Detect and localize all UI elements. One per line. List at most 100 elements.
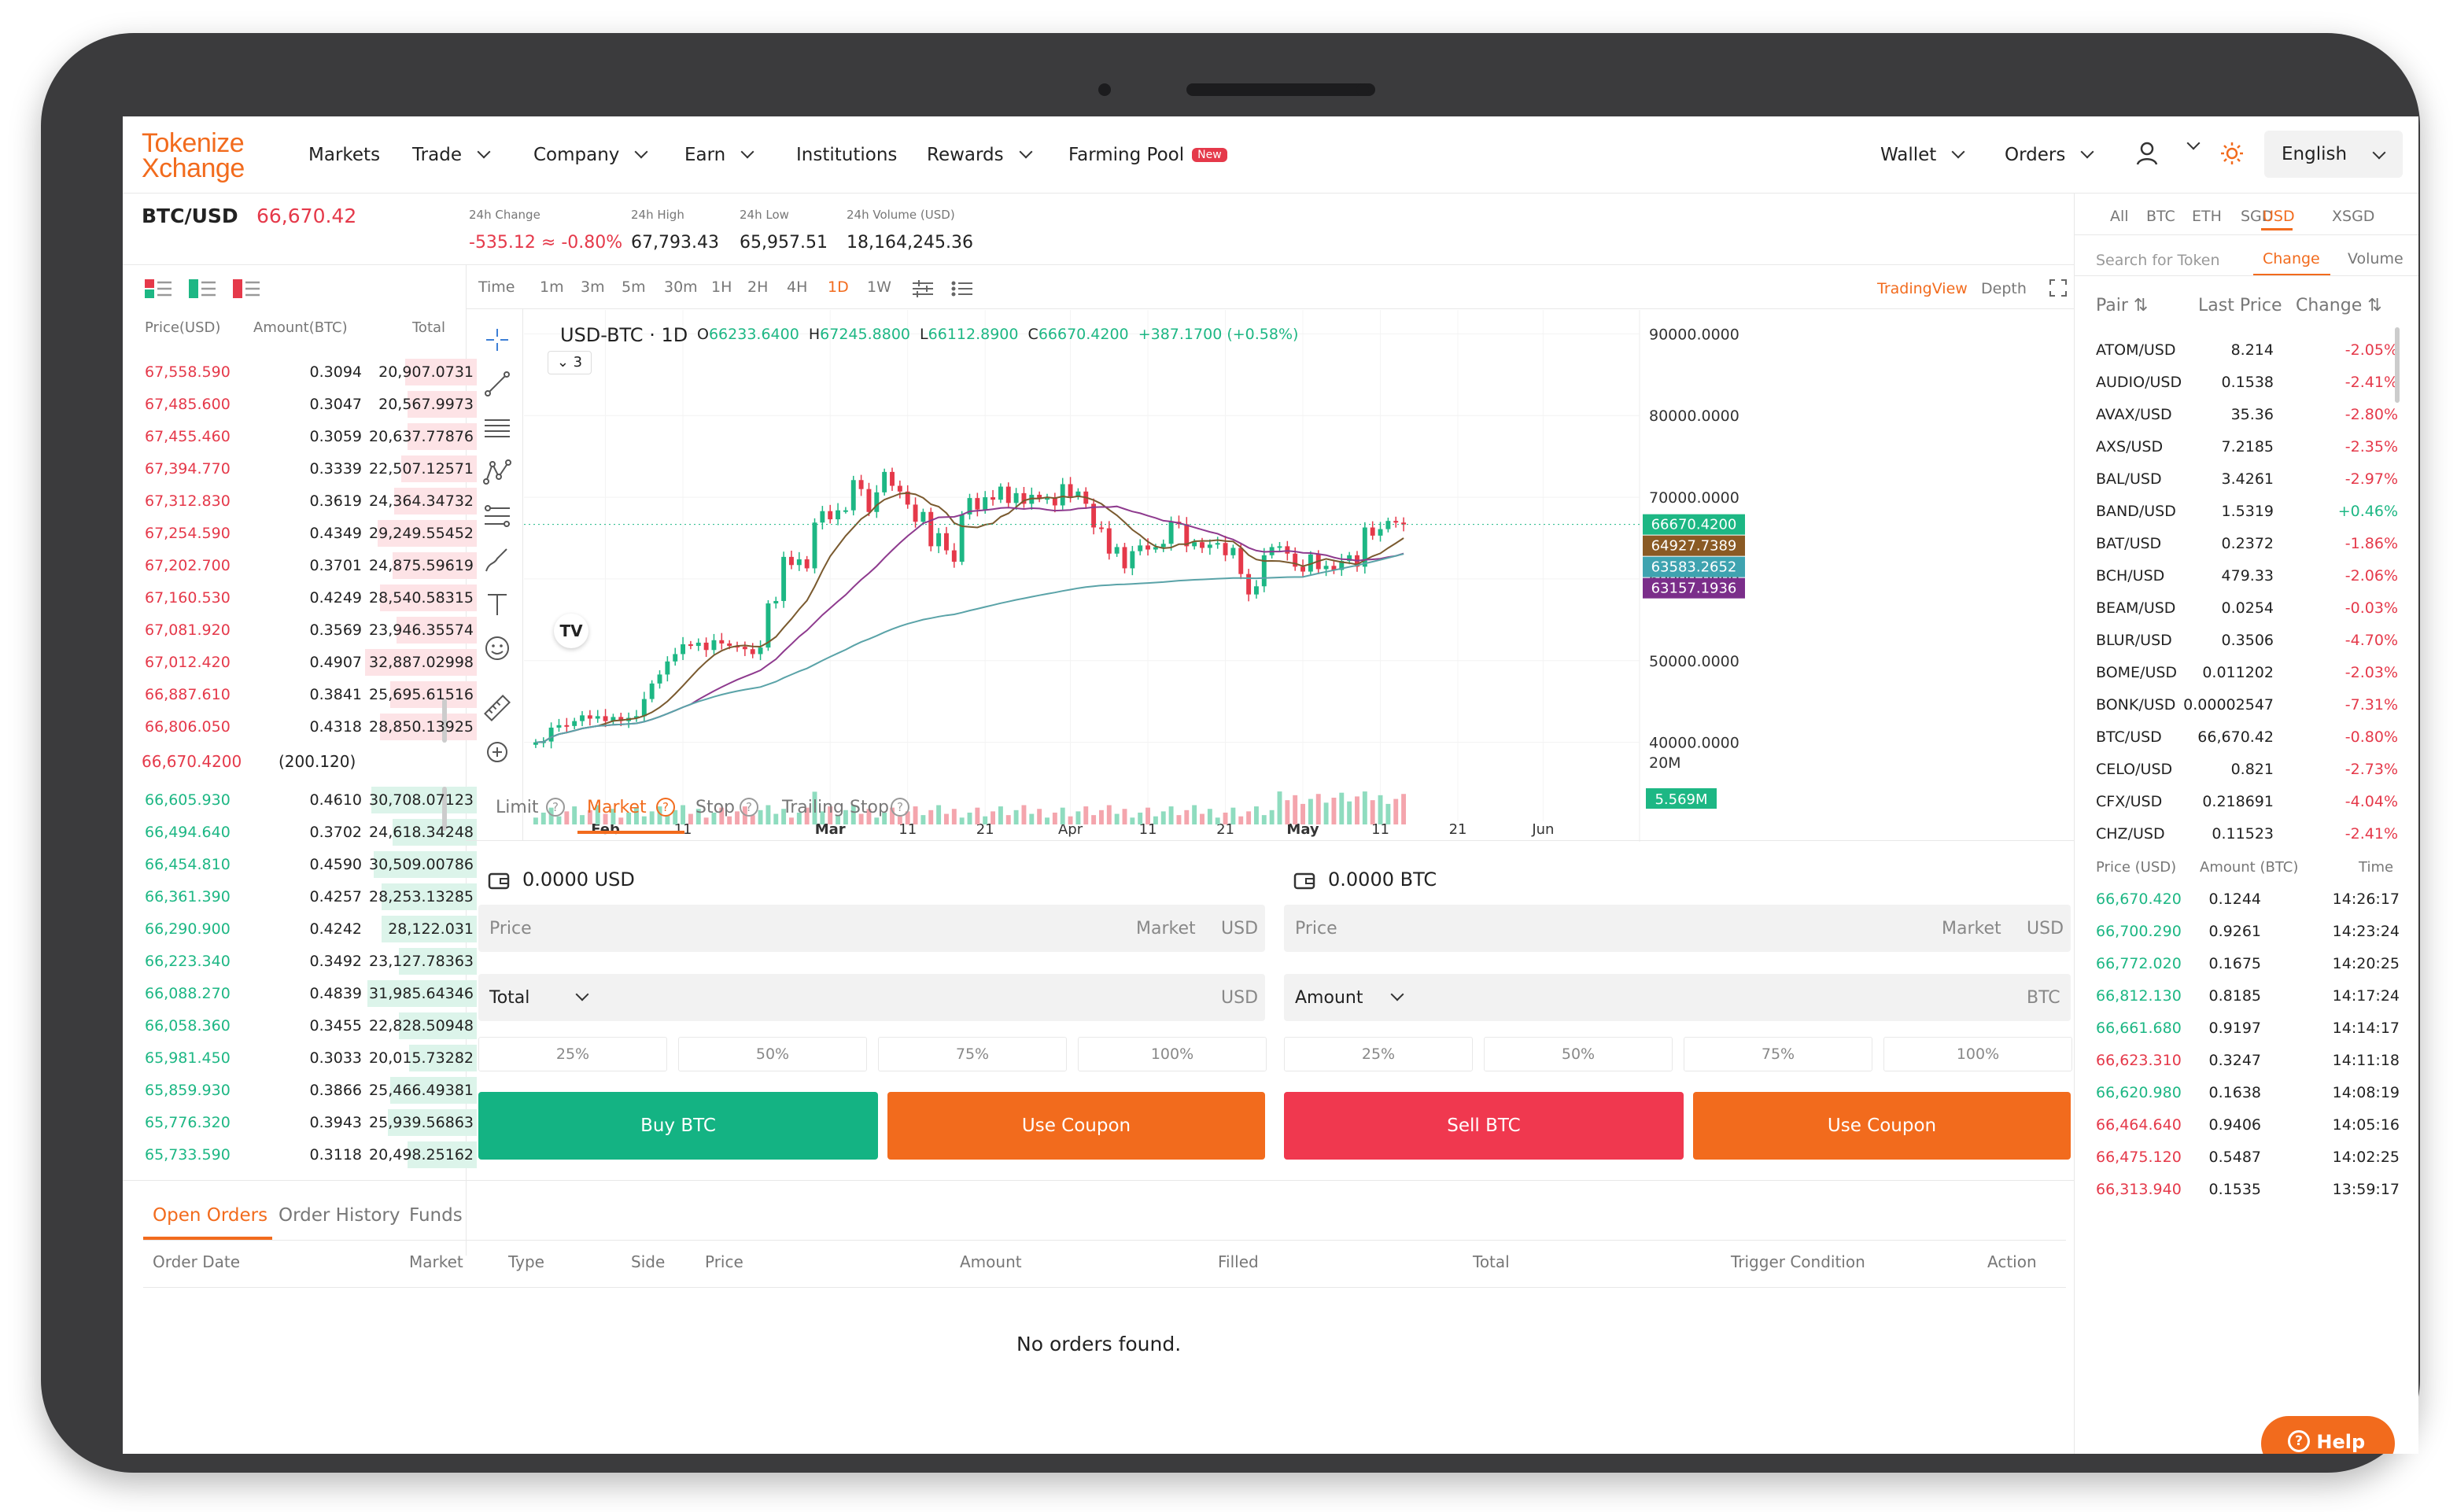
buy-pct-100[interactable]: 100% — [1078, 1037, 1267, 1071]
help-circle-icon[interactable]: ? — [740, 798, 758, 817]
fullscreen-icon[interactable] — [2049, 278, 2068, 297]
filter-usd[interactable]: USD — [2263, 208, 2295, 225]
sort-change-tab[interactable]: Change — [2263, 250, 2320, 267]
sell-pct-25[interactable]: 25% — [1284, 1037, 1473, 1071]
orderbook-row[interactable]: 66,223.340 0.3492 23,127.78363 — [142, 945, 488, 976]
market-row[interactable]: AUDIO/USD 0.1538 -2.41% — [2074, 366, 2404, 397]
header-change[interactable]: Change ⇅ — [2296, 296, 2382, 315]
sell-pct-100[interactable]: 100% — [1883, 1037, 2072, 1071]
help-button[interactable]: ? Help — [2261, 1416, 2395, 1454]
crosshair-icon[interactable] — [483, 326, 511, 354]
orderbook-row[interactable]: 67,558.590 0.3094 20,907.0731 — [142, 356, 488, 387]
fib-retracement-icon[interactable] — [483, 502, 511, 530]
market-row[interactable]: BAL/USD 3.4261 -2.97% — [2074, 463, 2404, 494]
orderbook-row[interactable]: 66,605.930 0.4610 30,708.07123 — [142, 784, 488, 815]
orderbook-row[interactable]: 66,806.050 0.4318 28,850.13925 — [142, 710, 488, 742]
indicators-collapse[interactable]: ⌄ 3 — [548, 351, 592, 374]
token-search-input[interactable]: Search for Token — [2096, 252, 2220, 269]
nav-orders[interactable]: Orders — [2005, 145, 2094, 165]
user-icon[interactable] — [2135, 140, 2159, 167]
horizontal-lines-icon[interactable] — [483, 414, 511, 442]
depth-tab[interactable]: Depth — [1981, 280, 2027, 297]
sell-amount-field[interactable]: Amount BTC — [1284, 974, 2071, 1021]
header-last-price[interactable]: Last Price — [2198, 296, 2282, 315]
orderbook-row[interactable]: 65,981.450 0.3033 20,015.73282 — [142, 1042, 488, 1073]
buy-coupon-button[interactable]: Use Coupon — [887, 1092, 1265, 1160]
orderbook-bids-view-icon[interactable] — [189, 278, 216, 299]
help-circle-icon[interactable]: ? — [891, 798, 909, 817]
tab-stop[interactable]: Stop — [695, 798, 735, 817]
brush-icon[interactable] — [483, 546, 511, 574]
indicators-icon[interactable] — [911, 278, 935, 299]
market-row[interactable]: CELO/USD 0.821 -2.73% — [2074, 753, 2404, 784]
orderbook-row[interactable]: 67,012.420 0.4907 32,887.02998 — [142, 646, 488, 677]
market-row[interactable]: BCH/USD 479.33 -2.06% — [2074, 559, 2404, 591]
price-chart[interactable]: 90000.000080000.000070000.000060000.0000… — [524, 310, 2027, 842]
orderbook-row[interactable]: 67,394.770 0.3339 22,507.12571 — [142, 452, 488, 484]
orderbook-row[interactable]: 66,454.810 0.4590 30,509.00786 — [142, 848, 488, 880]
filter-eth[interactable]: ETH — [2192, 208, 2222, 225]
orderbook-row[interactable]: 67,254.590 0.4349 29,249.55452 — [142, 517, 488, 548]
buy-pct-25[interactable]: 25% — [478, 1037, 667, 1071]
interval-1h[interactable]: 1H — [711, 278, 732, 296]
market-row[interactable]: AXS/USD 7.2185 -2.35% — [2074, 430, 2404, 462]
language-select[interactable]: English — [2264, 131, 2403, 178]
text-tool-icon[interactable] — [483, 590, 511, 618]
tab-market[interactable]: Market — [587, 798, 647, 817]
orderbook-row[interactable]: 66,887.610 0.3841 25,695.61516 — [142, 678, 488, 710]
filter-all[interactable]: All — [2110, 208, 2129, 225]
orderbook-row[interactable]: 66,361.390 0.4257 28,253.13285 — [142, 880, 488, 912]
orderbook-row[interactable]: 66,494.640 0.3702 24,618.34248 — [142, 816, 488, 847]
orderbook-row[interactable]: 67,312.830 0.3619 24,364.34732 — [142, 485, 488, 516]
market-row[interactable]: BAT/USD 0.2372 -1.86% — [2074, 527, 2404, 559]
tradingview-logo[interactable]: TV — [554, 614, 588, 648]
market-row[interactable]: BOME/USD 0.011202 -2.03% — [2074, 656, 2404, 688]
market-row[interactable]: CFX/USD 0.218691 -4.04% — [2074, 785, 2404, 817]
market-row[interactable]: BEAM/USD 0.0254 -0.03% — [2074, 592, 2404, 623]
market-row[interactable]: BLUR/USD 0.3506 -4.70% — [2074, 624, 2404, 655]
tab-limit[interactable]: Limit — [496, 798, 539, 817]
orderbook-row[interactable]: 66,088.270 0.4839 31,985.64346 — [142, 977, 488, 1009]
nav-trade[interactable]: Trade — [412, 145, 491, 165]
tab-open-orders[interactable]: Open Orders — [153, 1205, 267, 1226]
trend-line-icon[interactable] — [483, 370, 511, 398]
pattern-icon[interactable] — [483, 458, 511, 486]
ruler-icon[interactable] — [483, 694, 511, 722]
nav-institutions[interactable]: Institutions — [796, 145, 897, 165]
nav-wallet[interactable]: Wallet — [1880, 145, 1965, 165]
header-pair[interactable]: Pair ⇅ — [2096, 296, 2148, 315]
interval-1w[interactable]: 1W — [867, 278, 891, 296]
orderbook-both-view-icon[interactable] — [145, 278, 172, 299]
interval-2h[interactable]: 2H — [747, 278, 768, 296]
total-mode-select[interactable]: Total — [489, 988, 529, 1008]
nav-farming-pool[interactable]: Farming Pool New — [1068, 145, 1227, 165]
user-menu-toggle[interactable] — [2171, 136, 2201, 150]
sell-pct-75[interactable]: 75% — [1684, 1037, 1872, 1071]
interval-time[interactable]: Time — [478, 278, 515, 296]
tab-order-history[interactable]: Order History — [279, 1205, 400, 1226]
help-circle-icon[interactable]: ? — [546, 798, 565, 817]
sell-pct-50[interactable]: 50% — [1484, 1037, 1673, 1071]
sell-button[interactable]: Sell BTC — [1284, 1092, 1684, 1160]
orderbook-row[interactable]: 65,733.590 0.3118 20,498.25162 — [142, 1138, 488, 1170]
orderbook-row[interactable]: 66,058.360 0.3455 22,828.50948 — [142, 1009, 488, 1041]
zoom-in-icon[interactable] — [483, 738, 511, 766]
ticker-pair[interactable]: BTC/USD — [142, 205, 238, 227]
orderbook-row[interactable]: 67,455.460 0.3059 20,637.77876 — [142, 420, 488, 452]
emoji-icon[interactable] — [483, 634, 511, 662]
sun-icon[interactable] — [2220, 142, 2244, 165]
buy-button[interactable]: Buy BTC — [478, 1092, 878, 1160]
buy-pct-50[interactable]: 50% — [678, 1037, 867, 1071]
interval-30m[interactable]: 30m — [664, 278, 698, 296]
filter-xsgd[interactable]: XSGD — [2332, 208, 2374, 225]
orderbook-row[interactable]: 65,859.930 0.3866 25,466.49381 — [142, 1074, 488, 1105]
market-row[interactable]: BONK/USD 0.00002547 -7.31% — [2074, 688, 2404, 720]
market-row[interactable]: CHZ/USD 0.11523 -2.41% — [2074, 817, 2404, 849]
orderbook-row[interactable]: 67,202.700 0.3701 24,875.59619 — [142, 549, 488, 581]
interval-5m[interactable]: 5m — [622, 278, 646, 296]
tradingview-tab[interactable]: TradingView — [1877, 280, 1968, 297]
buy-pct-75[interactable]: 75% — [878, 1037, 1067, 1071]
orderbook-row[interactable]: 67,485.600 0.3047 20,567.9973 — [142, 388, 488, 419]
market-list-scrollbar[interactable] — [2395, 327, 2400, 403]
sort-volume-tab[interactable]: Volume — [2348, 250, 2404, 267]
